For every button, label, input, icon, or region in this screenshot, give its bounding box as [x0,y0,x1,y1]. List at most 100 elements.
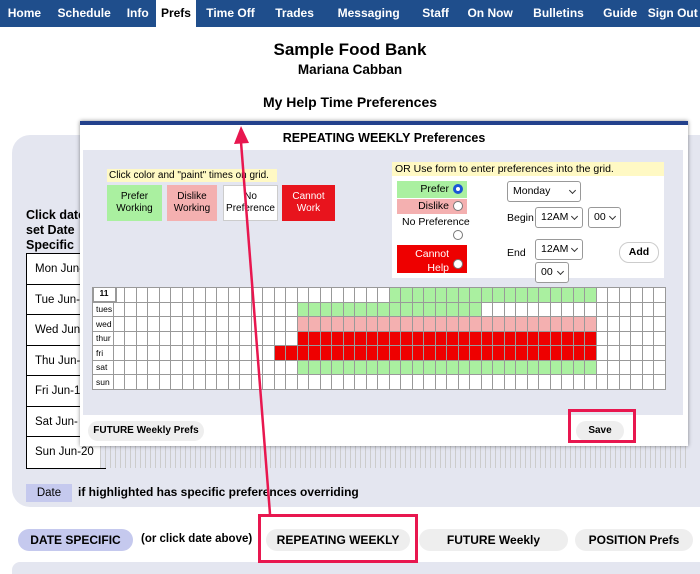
grid-cell[interactable] [549,359,563,375]
grid-cell[interactable] [193,330,206,346]
grid-cell[interactable] [331,359,344,375]
grid-cell[interactable] [618,287,632,303]
grid-cell[interactable] [377,345,390,361]
grid-cell[interactable] [216,374,229,390]
grid-cell[interactable] [124,287,137,303]
grid-cell[interactable] [549,330,563,346]
grid-cell[interactable] [296,301,310,317]
grid-cell[interactable] [584,330,597,346]
grid-cell[interactable] [400,345,413,361]
grid-cell[interactable] [434,374,448,390]
grid-cell[interactable] [365,374,379,390]
nav-prefs[interactable]: Prefs [155,0,197,27]
grid-cell[interactable] [503,345,517,361]
grid-cell[interactable] [526,287,540,303]
grid-cell[interactable] [365,359,379,375]
grid-cell[interactable] [411,345,425,361]
dislike-working-button[interactable]: Dislike Working [167,185,217,221]
nav-bulletins[interactable]: Bulletins [522,0,595,27]
grid-cell[interactable] [135,330,149,346]
grid-cell[interactable] [561,359,574,375]
grid-cell[interactable] [296,359,310,375]
nav-schedule[interactable]: Schedule [49,0,120,27]
grid-cell[interactable] [446,316,459,332]
grid-cell[interactable] [227,316,241,332]
grid-cell[interactable] [595,374,609,390]
grid-cell[interactable] [147,374,160,390]
grid-cell[interactable] [262,374,275,390]
grid-cell[interactable] [607,345,620,361]
grid-cell[interactable] [584,316,597,332]
grid-cell[interactable] [124,359,137,375]
grid-cell[interactable] [250,345,264,361]
grid-cell[interactable] [411,287,425,303]
grid-cell[interactable] [457,316,471,332]
grid-cell[interactable] [480,301,494,317]
grid-cell[interactable] [503,359,517,375]
grid-cell[interactable] [365,287,379,303]
grid-cell[interactable] [584,287,597,303]
grid-cell[interactable] [492,359,505,375]
grid-cell[interactable] [595,316,609,332]
grid-cell[interactable] [147,330,160,346]
grid-cell[interactable] [469,359,482,375]
grid-cell[interactable] [446,345,459,361]
grid-cell[interactable] [181,287,195,303]
grid-cell[interactable] [319,301,333,317]
grid-cell[interactable] [296,374,310,390]
nav-home[interactable]: Home [0,0,49,27]
grid-cell[interactable] [170,287,183,303]
grid-cell[interactable] [538,374,551,390]
grid-cell[interactable] [377,359,390,375]
grid-cell[interactable] [630,301,643,317]
grid-cell[interactable] [618,330,632,346]
grid-cell[interactable] [227,345,241,361]
grid-cell[interactable] [457,345,471,361]
grid-cell[interactable] [331,330,344,346]
grid-cell[interactable] [354,345,367,361]
grid-cell[interactable] [250,287,264,303]
grid-cell[interactable] [584,301,597,317]
grid-cell[interactable] [526,374,540,390]
grid-cell[interactable] [227,359,241,375]
grid-cell[interactable] [549,374,563,390]
add-button[interactable]: Add [619,242,659,263]
grid-cell[interactable] [204,330,218,346]
grid-cell[interactable] [296,345,310,361]
grid-cell[interactable] [388,359,402,375]
grid-cell[interactable] [595,359,609,375]
grid-cell[interactable] [204,316,218,332]
grid-cell[interactable] [423,359,436,375]
grid-cell[interactable] [630,330,643,346]
grid-cell[interactable] [193,359,206,375]
grid-cell[interactable] [446,330,459,346]
grid-cell[interactable] [158,345,172,361]
grid-cell[interactable] [319,330,333,346]
grid-cell[interactable] [469,374,482,390]
grid-cell[interactable] [273,374,287,390]
grid-cell[interactable] [630,359,643,375]
grid-cell[interactable] [181,330,195,346]
grid-cell[interactable] [273,359,287,375]
grid-cell[interactable] [457,287,471,303]
grid-cell[interactable] [480,330,494,346]
grid-cell[interactable] [538,316,551,332]
grid-cell[interactable] [572,374,586,390]
grid-cell[interactable] [572,345,586,361]
grid-cell[interactable] [135,374,149,390]
grid-cell[interactable] [641,287,655,303]
grid-cell[interactable] [308,345,321,361]
grid-cell[interactable] [239,301,252,317]
grid-cell[interactable] [158,316,172,332]
grid-cell[interactable] [216,359,229,375]
grid-cell[interactable] [653,345,666,361]
grid-cell[interactable] [618,374,632,390]
grid-cell[interactable] [411,359,425,375]
grid-cell[interactable] [446,374,459,390]
grid-cell[interactable] [549,301,563,317]
grid-cell[interactable] [124,345,137,361]
grid-cell[interactable] [653,287,666,303]
grid-cell[interactable] [239,287,252,303]
grid-cell[interactable] [388,301,402,317]
grid-cell[interactable] [595,301,609,317]
